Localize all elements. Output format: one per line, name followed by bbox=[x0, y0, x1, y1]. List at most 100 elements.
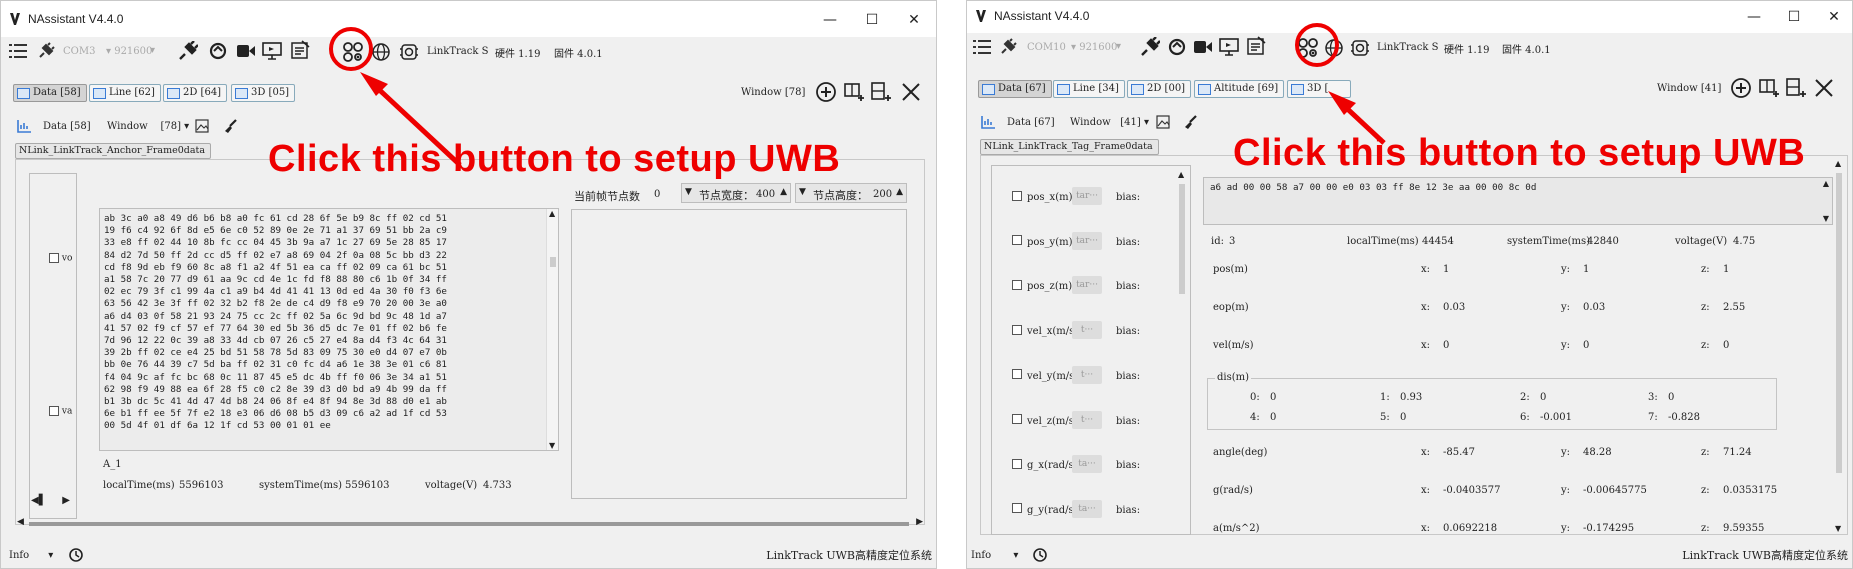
com-port-select[interactable]: COM3 bbox=[63, 46, 95, 57]
close-view-icon[interactable] bbox=[1813, 77, 1835, 99]
checkbox[interactable] bbox=[1012, 503, 1022, 514]
maximize-button[interactable]: ☐ bbox=[1779, 6, 1809, 28]
channel-vo[interactable]: vo bbox=[49, 253, 72, 264]
checkbox[interactable] bbox=[1012, 324, 1022, 335]
channel-va[interactable]: va bbox=[49, 406, 72, 417]
target-chip[interactable]: tar··· bbox=[1072, 187, 1102, 205]
tab-line[interactable]: Line [62] bbox=[89, 84, 161, 102]
checkbox[interactable] bbox=[1012, 235, 1022, 246]
scroll-up-icon[interactable]: ▲ bbox=[1823, 179, 1829, 188]
split-horizontal-icon[interactable] bbox=[1758, 77, 1780, 99]
split-vertical-icon[interactable] bbox=[1785, 77, 1807, 99]
scroll-down-icon[interactable]: ▼ bbox=[1823, 214, 1829, 223]
globe-icon[interactable] bbox=[370, 41, 392, 63]
main-scrollbar[interactable]: ▲ ▼ bbox=[1833, 159, 1845, 533]
video-icon[interactable] bbox=[235, 40, 257, 62]
log-icon[interactable] bbox=[289, 39, 311, 61]
checkbox[interactable] bbox=[1012, 279, 1022, 290]
horizontal-scrollbar[interactable]: ◀ ▶ bbox=[15, 517, 925, 529]
plug-icon[interactable] bbox=[997, 36, 1019, 58]
frame-tab[interactable]: NLink_LinkTrack_Anchor_Frame0data bbox=[15, 143, 212, 159]
refresh-icon[interactable] bbox=[207, 40, 229, 62]
hex-scrollbar[interactable]: ▲ ▼ bbox=[546, 209, 558, 450]
scroll-thumb[interactable] bbox=[550, 257, 556, 267]
channel-scroll-arrows[interactable]: ◀▌ ▶ bbox=[31, 495, 70, 506]
video-icon[interactable] bbox=[1192, 36, 1214, 58]
add-view-icon[interactable] bbox=[815, 81, 837, 103]
target-chip[interactable]: tar··· bbox=[1072, 276, 1102, 295]
target-chip[interactable]: t··· bbox=[1072, 321, 1102, 340]
monitor-icon[interactable] bbox=[1218, 36, 1240, 58]
close-button[interactable]: ✕ bbox=[899, 9, 929, 31]
baud-rate-select[interactable]: ▾ 921600 bbox=[106, 46, 152, 57]
minimize-button[interactable]: — bbox=[815, 9, 845, 31]
scroll-track[interactable] bbox=[29, 522, 909, 526]
tab-3d[interactable]: 3D [05] bbox=[231, 84, 296, 102]
monitor-icon[interactable] bbox=[261, 40, 283, 62]
node-height-spinner[interactable]: ▼ 节点高度： 200 ▲ bbox=[795, 183, 907, 203]
checkbox[interactable] bbox=[49, 253, 59, 263]
scroll-down-icon[interactable]: ▼ bbox=[549, 441, 555, 450]
plot-item[interactable]: pos_y(m) tar··· bias: bbox=[1012, 231, 1172, 255]
history-icon[interactable] bbox=[1029, 544, 1051, 566]
node-width-spinner[interactable]: ▼ 节点宽度： 400 ▲ bbox=[681, 183, 791, 203]
checkbox[interactable] bbox=[1012, 369, 1022, 380]
plot-item[interactable]: g_x(rad/s) ta··· bias: bbox=[1012, 455, 1172, 478]
plot-item[interactable]: pos_x(m) tar··· bias: bbox=[1012, 187, 1172, 210]
close-button[interactable]: ✕ bbox=[1819, 6, 1849, 28]
scroll-up-icon[interactable]: ▲ bbox=[1178, 170, 1184, 179]
window-select[interactable]: Window [41] ▾ bbox=[1070, 117, 1149, 128]
tab-2d[interactable]: 2D [64] bbox=[163, 84, 228, 102]
log-level-select[interactable]: Info ▾ bbox=[9, 550, 53, 561]
target-chip[interactable]: ta··· bbox=[1072, 499, 1102, 518]
decrement-icon[interactable]: ▼ bbox=[799, 187, 806, 197]
scroll-up-icon[interactable]: ▲ bbox=[1835, 159, 1841, 168]
window-select[interactable]: Window [78] ▾ bbox=[107, 121, 189, 132]
maximize-button[interactable]: ☐ bbox=[857, 9, 887, 31]
baud-rate-select[interactable]: ▾ 921600 bbox=[1071, 42, 1117, 53]
menu-icon[interactable] bbox=[971, 36, 993, 58]
frame-tab[interactable]: NLink_LinkTrack_Tag_Frame0data bbox=[980, 139, 1159, 155]
close-view-icon[interactable] bbox=[900, 81, 922, 103]
decrement-icon[interactable]: ▼ bbox=[685, 187, 692, 197]
menu-icon[interactable] bbox=[7, 40, 29, 62]
com-port-select[interactable]: COM10 bbox=[1027, 42, 1066, 53]
scroll-up-icon[interactable]: ▲ bbox=[549, 209, 555, 218]
tab-line[interactable]: Line [34] bbox=[1053, 80, 1125, 98]
chip-settings-icon[interactable] bbox=[1349, 37, 1371, 59]
refresh-icon[interactable] bbox=[1166, 36, 1188, 58]
increment-icon[interactable]: ▲ bbox=[896, 187, 903, 197]
tab-2d[interactable]: 2D [00] bbox=[1127, 80, 1192, 98]
checkbox[interactable] bbox=[1012, 414, 1022, 424]
log-level-select[interactable]: Info ▾ bbox=[971, 550, 1018, 561]
plot-item[interactable]: g_y(rad/s) ta··· bias: bbox=[1012, 499, 1172, 523]
target-chip[interactable]: t··· bbox=[1072, 365, 1102, 384]
scroll-left-icon[interactable]: ◀ bbox=[17, 517, 24, 527]
image-icon[interactable] bbox=[193, 115, 211, 137]
scroll-thumb[interactable] bbox=[1836, 173, 1842, 473]
history-icon[interactable] bbox=[65, 544, 87, 566]
split-horizontal-icon[interactable] bbox=[843, 81, 865, 103]
image-icon[interactable] bbox=[1154, 111, 1172, 133]
checkbox[interactable] bbox=[49, 406, 59, 416]
clear-brush-icon[interactable] bbox=[1181, 111, 1199, 133]
connect-icon[interactable] bbox=[177, 40, 199, 62]
increment-icon[interactable]: ▲ bbox=[780, 187, 787, 197]
scroll-right-icon[interactable]: ▶ bbox=[916, 517, 923, 527]
plug-icon[interactable] bbox=[35, 40, 57, 62]
checkbox[interactable] bbox=[1012, 190, 1022, 201]
connect-icon[interactable] bbox=[1139, 36, 1161, 58]
tab-altitude[interactable]: Altitude [69] bbox=[1194, 80, 1285, 98]
tab-3d[interactable]: 3D [ bbox=[1287, 80, 1351, 98]
tab-data[interactable]: Data [58] bbox=[13, 84, 87, 102]
chip-settings-icon[interactable] bbox=[398, 41, 420, 63]
plot-item[interactable]: vel_y(m/s) t··· bias: bbox=[1012, 365, 1172, 389]
log-icon[interactable] bbox=[1245, 35, 1267, 57]
plot-item[interactable]: pos_z(m) tar··· bias: bbox=[1012, 276, 1172, 299]
tab-data[interactable]: Data [67] bbox=[978, 80, 1052, 98]
target-chip[interactable]: t··· bbox=[1072, 410, 1102, 429]
add-view-icon[interactable] bbox=[1730, 77, 1752, 99]
scroll-down-icon[interactable]: ▼ bbox=[1835, 524, 1841, 533]
list-scrollbar[interactable]: ▲ bbox=[1176, 170, 1188, 300]
minimize-button[interactable]: — bbox=[1739, 6, 1769, 28]
